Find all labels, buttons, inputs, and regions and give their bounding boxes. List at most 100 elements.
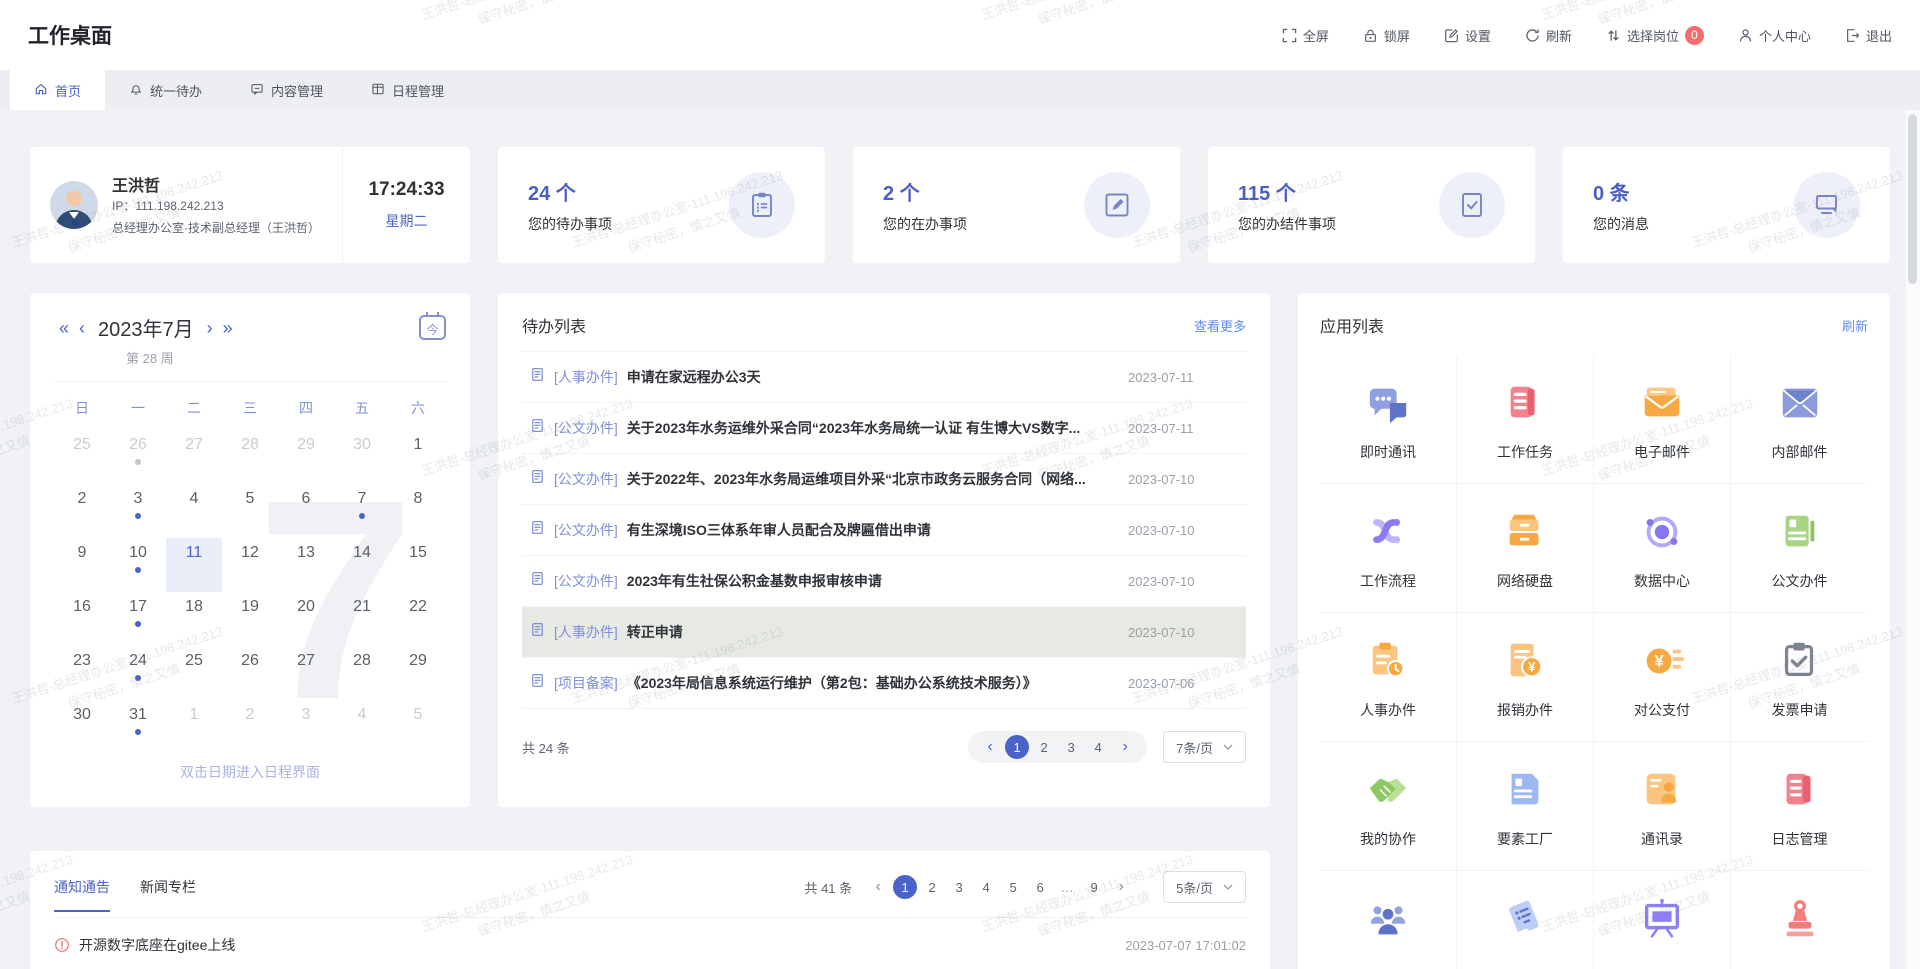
calendar-day[interactable]: 12	[222, 538, 278, 592]
calendar-day[interactable]: 29	[390, 646, 446, 700]
page-button-9[interactable]: 9	[1082, 875, 1106, 899]
next-page-button[interactable]: ›	[1113, 735, 1137, 759]
prev-month-button[interactable]: ‹	[74, 319, 90, 337]
page-button-1[interactable]: 1	[893, 875, 917, 899]
view-more-link[interactable]: 查看更多	[1194, 316, 1246, 335]
refresh-button[interactable]: 刷新	[1525, 26, 1572, 45]
calendar-day[interactable]: 5	[390, 700, 446, 754]
calendar-day[interactable]: 17	[110, 592, 166, 646]
next-page-button[interactable]: ›	[1109, 875, 1133, 899]
app-official-doc[interactable]: 公文办件	[1731, 484, 1868, 613]
calendar-day[interactable]: 26	[110, 430, 166, 484]
calendar-day[interactable]: 16	[54, 592, 110, 646]
calendar-day[interactable]: 4	[334, 700, 390, 754]
stat-card-completed[interactable]: 115 个您的办结件事项	[1208, 147, 1535, 263]
calendar-day[interactable]: 1	[166, 700, 222, 754]
tab-unified-todo[interactable]: 统一待办	[105, 70, 226, 110]
calendar-day[interactable]: 24	[110, 646, 166, 700]
todo-item[interactable]: [公文办件]关于2022年、2023年水务局运维项目外采“北京市政务云服务合同（…	[522, 454, 1246, 505]
select-post-button[interactable]: 选择岗位0	[1606, 26, 1704, 45]
calendar-day[interactable]: 23	[54, 646, 110, 700]
calendar-day[interactable]: 2	[222, 700, 278, 754]
page-button-6[interactable]: 6	[1028, 875, 1052, 899]
stat-card-pending[interactable]: 24 个您的待办事项	[498, 147, 825, 263]
tab-schedule-management[interactable]: 日程管理	[347, 70, 468, 110]
calendar-day[interactable]: 20	[278, 592, 334, 646]
calendar-day[interactable]: 7	[334, 484, 390, 538]
logout-button[interactable]: 退出	[1845, 26, 1892, 45]
calendar-day[interactable]: 21	[334, 592, 390, 646]
apps-refresh-link[interactable]: 刷新	[1842, 316, 1868, 335]
todo-item[interactable]: [公文办件]关于2023年水务运维外采合同“2023年水务局统一认证 有生博大V…	[522, 403, 1246, 454]
tab-content-management[interactable]: 内容管理	[226, 70, 347, 110]
calendar-day[interactable]: 3	[110, 484, 166, 538]
page-button-4[interactable]: 4	[974, 875, 998, 899]
app-workflow[interactable]: 工作流程	[1320, 484, 1457, 613]
stat-card-messages[interactable]: 0 条您的消息	[1563, 147, 1890, 263]
calendar-day[interactable]: 13	[278, 538, 334, 592]
app-task[interactable]: 工作任务	[1457, 355, 1594, 484]
prev-page-button[interactable]: ‹	[978, 735, 1002, 759]
fullscreen-button[interactable]: 全屏	[1282, 26, 1329, 45]
tab-notifications[interactable]: 通知通告	[54, 877, 110, 897]
app-factory[interactable]: 要素工厂	[1457, 742, 1594, 871]
settings-button[interactable]: 设置	[1444, 26, 1491, 45]
calendar-day[interactable]: 25	[54, 430, 110, 484]
calendar-day[interactable]: 2	[54, 484, 110, 538]
stat-card-inprogress[interactable]: 2 个您的在办事项	[853, 147, 1180, 263]
app-cooperation[interactable]: 我的协作	[1320, 742, 1457, 871]
calendar-day[interactable]: 27	[166, 430, 222, 484]
calendar-day[interactable]: 22	[390, 592, 446, 646]
calendar-day[interactable]: 18	[166, 592, 222, 646]
calendar-day[interactable]: 10	[110, 538, 166, 592]
page-button-2[interactable]: 2	[920, 875, 944, 899]
calendar-day[interactable]: 27	[278, 646, 334, 700]
app-doc-list[interactable]	[1457, 871, 1594, 969]
app-email[interactable]: 电子邮件	[1594, 355, 1731, 484]
todo-item[interactable]: [人事办件]转正申请2023-07-10	[522, 607, 1246, 658]
calendar-day[interactable]: 5	[222, 484, 278, 538]
todo-item[interactable]: [项目备案]《2023年局信息系统运行维护（第2包：基础办公系统技术服务）》20…	[522, 658, 1246, 709]
tab-home[interactable]: 首页	[10, 70, 105, 110]
notice-page-size-select[interactable]: 5条/页	[1163, 871, 1246, 903]
todo-item[interactable]: [人事办件]申请在家远程办公3天2023-07-11	[522, 352, 1246, 403]
todo-item[interactable]: [公文办件]有生深境ISO三体系年审人员配合及牌匾借出申请2023-07-10	[522, 505, 1246, 556]
app-stamp[interactable]	[1731, 871, 1868, 969]
page-button-1[interactable]: 1	[1005, 735, 1029, 759]
tab-news[interactable]: 新闻专栏	[140, 877, 196, 897]
today-button[interactable]: 今	[419, 315, 446, 340]
calendar-day[interactable]: 19	[222, 592, 278, 646]
prev-page-button[interactable]: ‹	[866, 875, 890, 899]
app-netdisk[interactable]: 网络硬盘	[1457, 484, 1594, 613]
calendar-day[interactable]: 11	[166, 538, 222, 592]
scrollbar-track[interactable]	[1906, 110, 1920, 969]
app-journal[interactable]: 日志管理	[1731, 742, 1868, 871]
calendar-day[interactable]: 28	[334, 646, 390, 700]
scrollbar-thumb[interactable]	[1908, 114, 1917, 284]
calendar-day[interactable]: 26	[222, 646, 278, 700]
page-button-3[interactable]: 3	[947, 875, 971, 899]
next-year-button[interactable]: »	[218, 319, 238, 337]
calendar-day[interactable]: 14	[334, 538, 390, 592]
calendar-day[interactable]: 9	[54, 538, 110, 592]
app-hr[interactable]: 人事办件	[1320, 613, 1457, 742]
next-month-button[interactable]: ›	[202, 319, 218, 337]
page-button-5[interactable]: 5	[1001, 875, 1025, 899]
calendar-day[interactable]: 4	[166, 484, 222, 538]
calendar-day[interactable]: 3	[278, 700, 334, 754]
calendar-day[interactable]: 31	[110, 700, 166, 754]
app-internal-mail[interactable]: 内部邮件	[1731, 355, 1868, 484]
todo-item[interactable]: [公文办件]2023年有生社保公积金基数申报审核申请2023-07-10	[522, 556, 1246, 607]
app-people[interactable]	[1320, 871, 1457, 969]
app-invoice[interactable]: 发票申请	[1731, 613, 1868, 742]
calendar-day[interactable]: 25	[166, 646, 222, 700]
todo-page-size-select[interactable]: 7条/页	[1163, 731, 1246, 763]
app-datacenter[interactable]: 数据中心	[1594, 484, 1731, 613]
app-reimburse[interactable]: ¥报销办件	[1457, 613, 1594, 742]
profile-button[interactable]: 个人中心	[1738, 26, 1811, 45]
app-payment[interactable]: ¥对公支付	[1594, 613, 1731, 742]
page-button-3[interactable]: 3	[1059, 735, 1083, 759]
calendar-day[interactable]: 8	[390, 484, 446, 538]
page-button-4[interactable]: 4	[1086, 735, 1110, 759]
calendar-day[interactable]: 30	[334, 430, 390, 484]
